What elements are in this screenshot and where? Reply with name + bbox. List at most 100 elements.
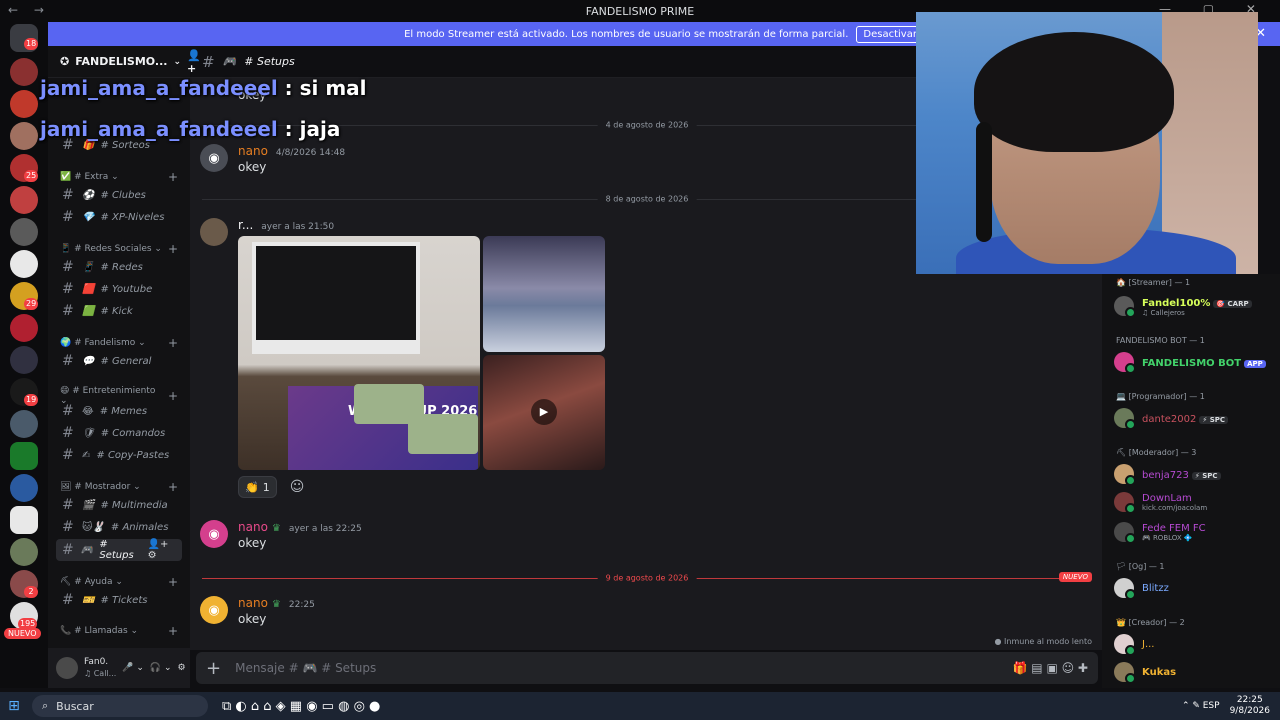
hash-icon: #	[62, 209, 74, 225]
server-icon[interactable]	[10, 442, 38, 470]
setup-photo[interactable]: WORLD CUP 2026	[238, 236, 480, 470]
avatar	[1114, 634, 1136, 656]
avatar[interactable]: ◉	[200, 596, 228, 624]
composer-tools[interactable]: 🎁 ▤ ▣ ☺ ✚	[1013, 661, 1088, 675]
server-icon[interactable]	[10, 474, 38, 502]
avatar	[1114, 492, 1136, 514]
unread-badge: 25	[24, 170, 39, 182]
category-extra[interactable]: ✅ # Extra ⌄ +	[60, 170, 178, 184]
server-icon[interactable]	[10, 346, 38, 374]
channel-setups[interactable]: # 🎮 # Setups 👤+ ⚙	[56, 539, 182, 561]
hash-icon: #	[62, 259, 74, 275]
webcam-overlay	[916, 12, 1258, 274]
channel-label: # Sorteos	[100, 139, 150, 151]
add-channel-icon[interactable]: +	[168, 624, 178, 638]
member-row[interactable]: Blitzz	[1114, 574, 1169, 602]
channel-tickets[interactable]: # 🎫 # Tickets	[56, 589, 182, 611]
member-row[interactable]: J...	[1114, 630, 1155, 658]
channel-youtube[interactable]: # 🟥 # Youtube	[56, 278, 182, 300]
category-mostrador[interactable]: 🖼 # Mostrador ⌄ +	[60, 480, 178, 494]
server-icon[interactable]	[10, 410, 38, 438]
server-icon[interactable]	[10, 538, 38, 566]
channel-kick[interactable]: # 🟩 # Kick	[56, 300, 182, 322]
add-channel-icon[interactable]: +	[168, 480, 178, 494]
server-icon[interactable]	[10, 218, 38, 246]
hash-icon: #	[62, 519, 74, 535]
channel-copy-pastes[interactable]: # ✍ # Copy-Pastes	[56, 444, 182, 466]
avatar[interactable]	[56, 657, 78, 679]
server-icon[interactable]	[10, 122, 38, 150]
author-name[interactable]: nano	[238, 520, 268, 534]
avatar[interactable]: ◉	[200, 520, 228, 548]
deactivate-button[interactable]: Desactivar	[856, 25, 924, 43]
category-label: 📞 # Llamadas ⌄	[60, 626, 139, 636]
date-divider-label: 9 de agosto de 2026	[597, 573, 697, 583]
channel-clubes[interactable]: # ⚽ # Clubes	[56, 184, 182, 206]
channel-animales[interactable]: # 🐱🐰 # Animales	[56, 516, 182, 538]
category-llamadas[interactable]: 📞 # Llamadas ⌄ +	[60, 624, 178, 638]
server-icon[interactable]	[10, 186, 38, 214]
channel-general[interactable]: # 💬 # General	[56, 350, 182, 372]
server-icon[interactable]	[10, 58, 38, 86]
add-channel-icon[interactable]: +	[168, 336, 178, 350]
avatar[interactable]	[200, 218, 228, 246]
member-row[interactable]: dante2002 ⚡ SPC	[1114, 404, 1229, 432]
add-channel-icon[interactable]: +	[168, 242, 178, 256]
member-name: Kukas	[1142, 666, 1177, 678]
channel-label: # Comandos	[100, 427, 166, 439]
channel-settings-icon[interactable]: 👤+ ⚙	[148, 539, 178, 561]
channel-icon: 🎮	[80, 544, 94, 556]
server-header[interactable]: ✪ FANDELISMO... ⌄ 👤+	[48, 46, 201, 78]
server-icon[interactable]	[10, 506, 38, 534]
channel-icon: 🟩	[82, 305, 95, 317]
author-name[interactable]: nano	[238, 144, 268, 158]
member-row[interactable]: Fandel100% 🎯 CARP ♫ Callejeros	[1114, 292, 1252, 320]
category-ayuda[interactable]: ⛏ # Ayuda ⌄ +	[60, 575, 178, 589]
windows-start-icon[interactable]: ⊞	[0, 698, 28, 714]
channel-comandos[interactable]: # 🛡 # Comandos	[56, 422, 182, 444]
channel-memes[interactable]: # 😂 # Memes	[56, 400, 182, 422]
server-icon[interactable]	[10, 250, 38, 278]
taskbar-apps[interactable]: ⧉ ◐ ⌂ ⌂ ◈ ▦ ◉ ▭ ◍ ◎ ●	[222, 699, 380, 714]
tray-icons[interactable]: ⌃ ✎ ESP	[1182, 701, 1220, 711]
server-icon[interactable]	[10, 90, 38, 118]
member-row[interactable]: Kukas	[1114, 658, 1176, 686]
avatar[interactable]: ◉	[200, 144, 228, 172]
add-channel-icon[interactable]: +	[168, 170, 178, 184]
member-row[interactable]: Fede FEM FC 🎮 ROBLOX 💠	[1114, 518, 1206, 546]
channel-redes[interactable]: # 📱 # Redes	[56, 256, 182, 278]
stream-chat-overlay-line: jami_ama_a_fandeeel : jaja	[40, 117, 340, 141]
channel-xp-niveles[interactable]: # 💎 # XP-Niveles	[56, 206, 182, 228]
message-text: okey	[238, 612, 267, 626]
author-name[interactable]: r...	[238, 218, 253, 232]
avatar	[1114, 296, 1136, 318]
member-row[interactable]: benja723 ⚡ SPC	[1114, 460, 1221, 488]
photo-thumbnail[interactable]	[483, 236, 605, 352]
reaction-chip[interactable]: 👏 1	[238, 476, 277, 498]
back-forward-nav[interactable]: ← →	[8, 3, 50, 17]
channel-label: # Memes	[99, 405, 148, 417]
channel-icon: 🐱🐰	[82, 521, 105, 533]
app-tag: APP	[1244, 360, 1266, 368]
attach-icon[interactable]: +	[206, 658, 221, 679]
message-composer[interactable]: + Mensaje # 🎮 # Setups 🎁 ▤ ▣ ☺ ✚	[196, 652, 1098, 684]
headset-icon[interactable]: 🎧 ⌄	[150, 663, 172, 673]
category-redes-sociales[interactable]: 📱 # Redes Sociales ⌄ +	[60, 242, 178, 256]
member-row[interactable]: DownLam kick.com/joacolam	[1114, 488, 1207, 516]
server-icon[interactable]	[10, 314, 38, 342]
category-label: 🌍 # Fandelismo ⌄	[60, 338, 146, 348]
video-thumbnail[interactable]: ▶	[483, 355, 605, 470]
message-input[interactable]: Mensaje # 🎮 # Setups	[235, 661, 376, 675]
channel-icon: 💬	[82, 355, 95, 367]
author-name[interactable]: nano	[238, 596, 268, 610]
add-channel-icon[interactable]: +	[168, 575, 178, 589]
member-row[interactable]: FANDELISMO BOT APP	[1114, 348, 1266, 376]
play-icon[interactable]: ▶	[531, 399, 557, 425]
channel-multimedia[interactable]: # 🎬 # Multimedia	[56, 494, 182, 516]
clock[interactable]: 22:25 9/8/2026	[1230, 695, 1270, 717]
microphone-icon[interactable]: 🎤 ⌄	[122, 663, 144, 673]
add-reaction-icon[interactable]: ☺	[286, 476, 308, 498]
gear-icon[interactable]: ⚙	[178, 663, 186, 673]
category-fandelismo[interactable]: 🌍 # Fandelismo ⌄ +	[60, 336, 178, 350]
taskbar-search[interactable]: ⌕ Buscar	[32, 695, 208, 717]
